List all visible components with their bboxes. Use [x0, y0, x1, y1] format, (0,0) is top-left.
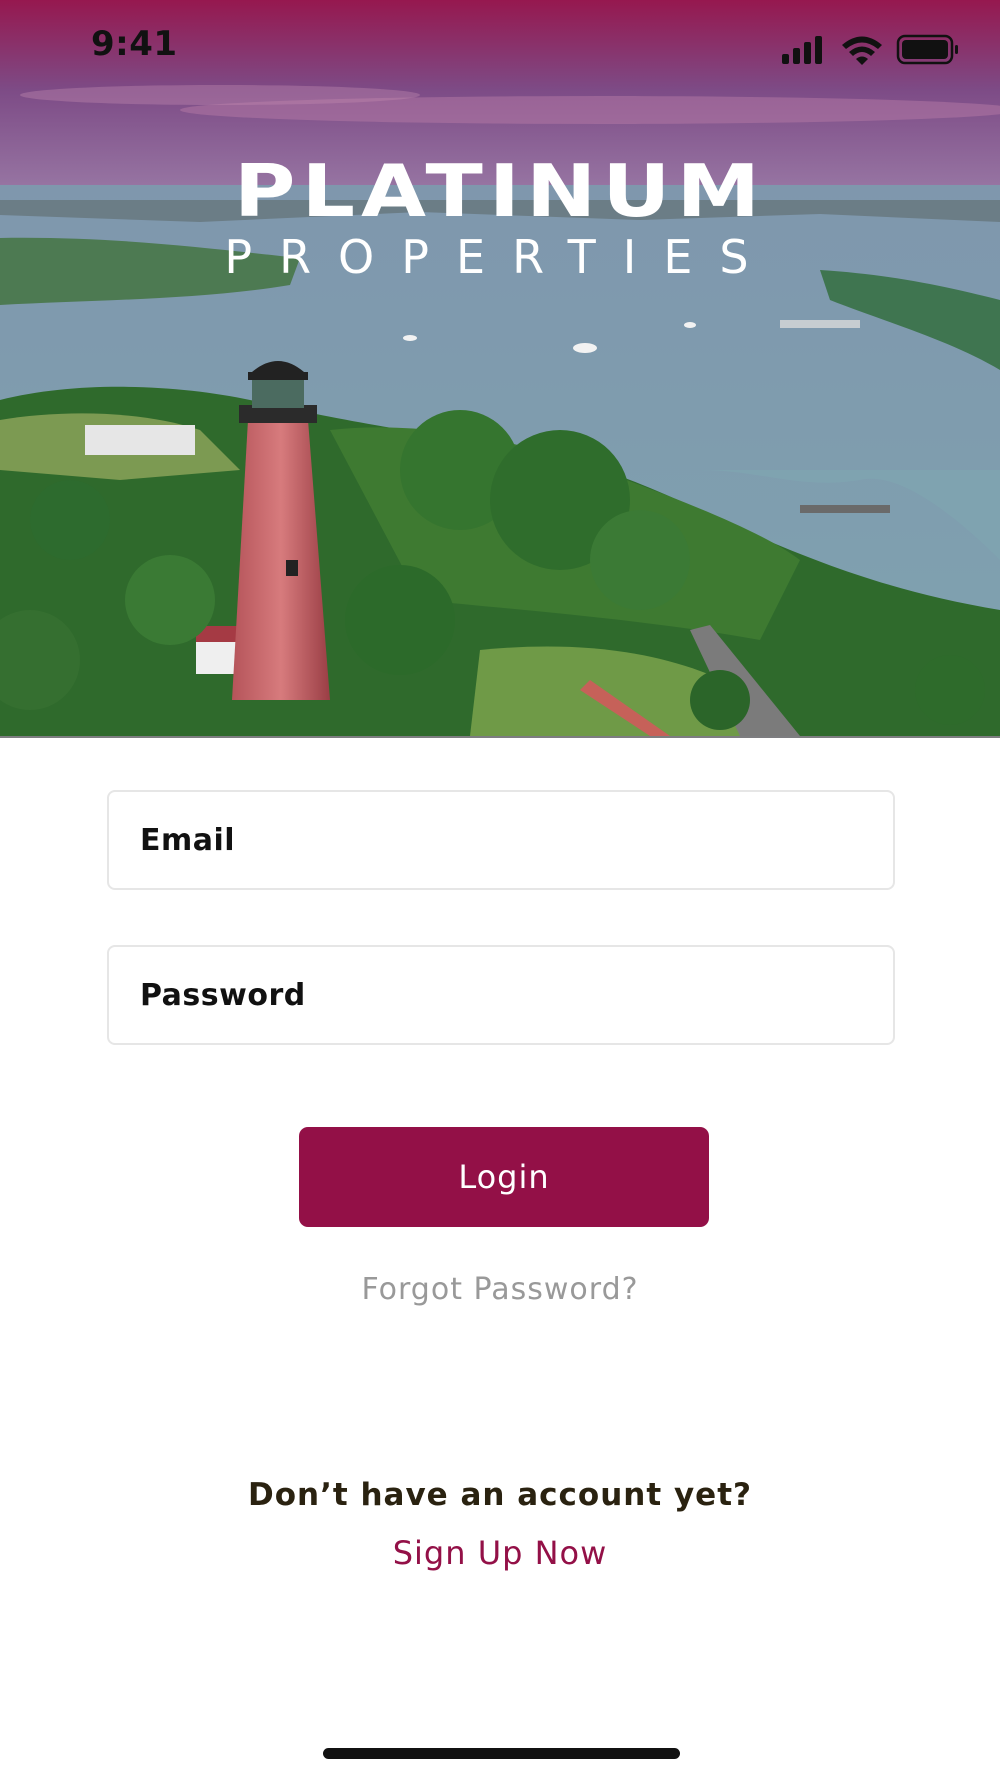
- password-placeholder: Password: [140, 977, 306, 1013]
- logo-wordmark-bottom: PROPERTIES: [224, 230, 776, 284]
- status-icons: [780, 34, 960, 70]
- hero-banner: 9:41 PLATINUM PROPERTIES: [0, 0, 1000, 738]
- login-button[interactable]: Login: [299, 1127, 709, 1227]
- email-field[interactable]: Email: [107, 790, 895, 890]
- logo-wordmark-top: PLATINUM: [233, 148, 767, 234]
- status-bar: 9:41: [0, 0, 1000, 100]
- battery-icon: [896, 34, 958, 65]
- wifi-icon: [842, 36, 882, 65]
- no-account-text: Don’t have an account yet?: [247, 1477, 753, 1513]
- sign-up-link[interactable]: Sign Up Now: [0, 1534, 1000, 1572]
- signal-icon: [782, 36, 822, 64]
- email-placeholder: Email: [140, 822, 236, 858]
- brand-logo: PLATINUM PROPERTIES: [110, 148, 890, 284]
- password-field[interactable]: Password: [107, 945, 895, 1045]
- forgot-password-link[interactable]: Forgot Password?: [0, 1272, 1000, 1307]
- lighthouse-aerial-image: [0, 0, 1000, 736]
- home-indicator: [323, 1748, 680, 1759]
- status-time: 9:41: [91, 24, 178, 64]
